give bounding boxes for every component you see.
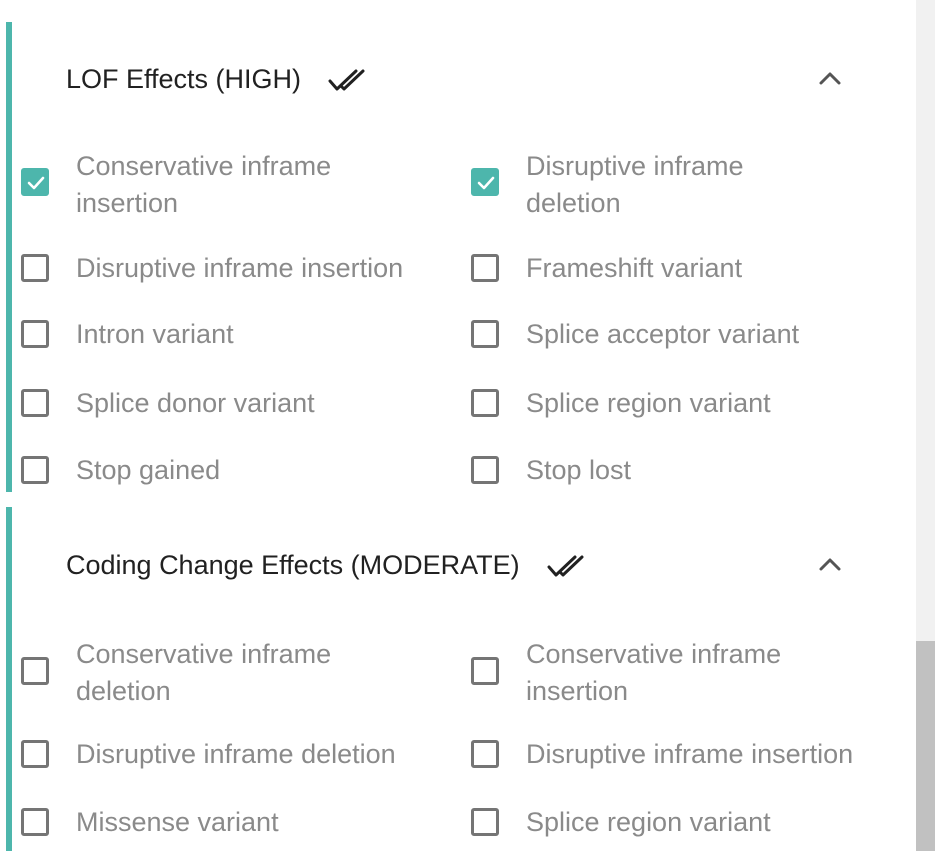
checkbox-checked[interactable]: [471, 168, 499, 196]
check-icon: [27, 176, 45, 190]
section-accent-bar: [6, 22, 12, 492]
checkbox-unchecked[interactable]: [471, 389, 499, 417]
section-title: Coding Change Effects (MODERATE): [66, 549, 520, 580]
checkbox-unchecked[interactable]: [21, 389, 49, 417]
section-accent-bar: [6, 507, 12, 851]
checkbox-label: Splice acceptor variant: [526, 319, 800, 349]
checkbox-unchecked[interactable]: [471, 740, 499, 768]
checkbox-unchecked[interactable]: [471, 320, 499, 348]
checkbox-label: Frameshift variant: [526, 253, 743, 283]
checkbox-unchecked[interactable]: [21, 808, 49, 836]
double-check-icon[interactable]: [327, 66, 373, 96]
checkbox-label: Disruptive inframe insertion: [526, 739, 854, 769]
checkbox-unchecked[interactable]: [21, 657, 49, 685]
checkbox-label: Disruptive inframe deletion: [526, 151, 744, 218]
checkbox-label: Conservative inframe deletion: [76, 639, 332, 706]
checkbox-label: Splice donor variant: [76, 388, 315, 418]
checkbox-unchecked[interactable]: [21, 740, 49, 768]
checkbox-label: Disruptive inframe insertion: [76, 253, 404, 283]
checkbox-label: Intron variant: [76, 319, 234, 349]
checkbox-unchecked[interactable]: [21, 320, 49, 348]
checkbox-label: Splice region variant: [526, 388, 771, 418]
checkbox-label: Disruptive inframe deletion: [76, 739, 396, 769]
section-title: LOF Effects (HIGH): [66, 63, 302, 94]
checkbox-unchecked[interactable]: [471, 657, 499, 685]
checkbox-label: Conservative inframe insertion: [76, 151, 332, 218]
checkbox-label: Stop lost: [526, 455, 632, 485]
section-header: Coding Change Effects (MODERATE): [66, 545, 592, 585]
chevron-up-icon[interactable]: [810, 59, 850, 99]
checkbox-label: Missense variant: [76, 807, 279, 837]
chevron-up-icon[interactable]: [810, 545, 850, 585]
section-header: LOF Effects (HIGH): [66, 59, 373, 99]
checkbox-unchecked[interactable]: [471, 254, 499, 282]
checkbox-label: Stop gained: [76, 455, 221, 485]
checkbox-checked[interactable]: [21, 168, 49, 196]
checkbox-unchecked[interactable]: [471, 456, 499, 484]
checkbox-unchecked[interactable]: [471, 808, 499, 836]
checkbox-label: Splice region variant: [526, 807, 771, 837]
double-check-icon[interactable]: [546, 552, 592, 582]
checkbox-unchecked[interactable]: [21, 456, 49, 484]
checkbox-unchecked[interactable]: [21, 254, 49, 282]
checkbox-label: Conservative inframe insertion: [526, 639, 782, 706]
check-icon: [477, 176, 495, 190]
